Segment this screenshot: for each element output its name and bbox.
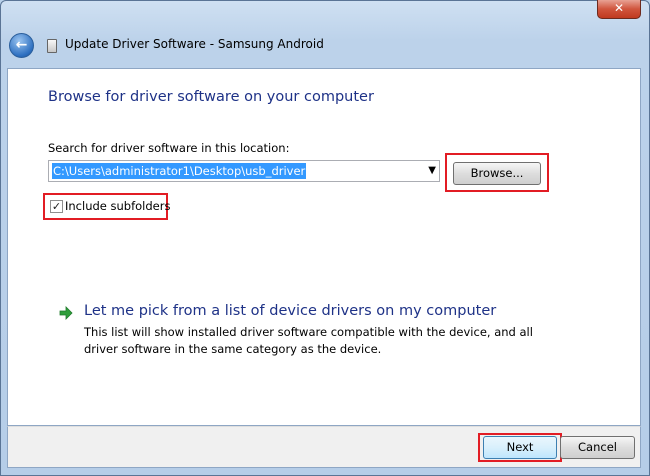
search-location-label: Search for driver software in this locat… — [48, 141, 290, 155]
chevron-down-icon[interactable]: ▼ — [428, 162, 436, 180]
green-arrow-icon — [59, 306, 73, 320]
page-heading: Browse for driver software on your compu… — [48, 89, 374, 105]
cancel-button[interactable]: Cancel — [560, 436, 635, 459]
pick-from-list-link[interactable]: Let me pick from a list of device driver… — [84, 303, 496, 319]
back-arrow-icon: ← — [15, 37, 28, 53]
browse-button[interactable]: Browse... — [453, 162, 541, 185]
device-icon — [47, 39, 57, 53]
include-subfolders-checkbox[interactable]: ✓ — [50, 200, 63, 213]
dialog-footer: Next Cancel — [7, 426, 641, 468]
content-panel: Browse for driver software on your compu… — [7, 68, 641, 426]
back-button[interactable]: ← — [9, 33, 34, 58]
pick-from-list-description: This list will show installed driver sof… — [84, 325, 533, 356]
close-icon: ✕ — [613, 1, 625, 15]
checkmark-icon: ✓ — [51, 200, 62, 213]
path-value[interactable]: C:\Users\administrator1\Desktop\usb_driv… — [52, 163, 307, 179]
window-title: Update Driver Software - Samsung Android — [65, 37, 324, 51]
include-subfolders-label[interactable]: Include subfolders — [65, 199, 170, 213]
close-button[interactable]: ✕ — [597, 0, 641, 19]
next-button[interactable]: Next — [483, 436, 557, 459]
path-combobox[interactable]: C:\Users\administrator1\Desktop\usb_driv… — [48, 160, 440, 182]
